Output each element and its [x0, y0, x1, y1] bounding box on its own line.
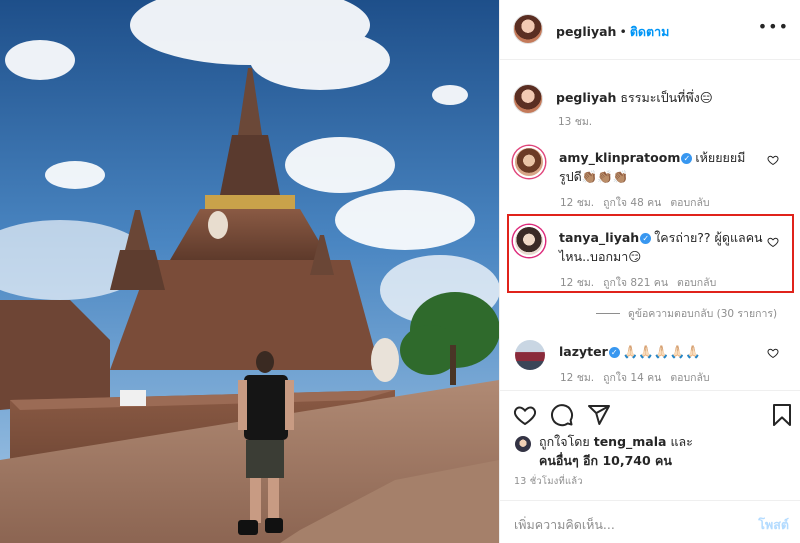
- caption-avatar[interactable]: [513, 84, 543, 114]
- temple-photo-illustration: [0, 0, 499, 543]
- liker-username[interactable]: teng_mala: [594, 434, 667, 449]
- view-replies-link[interactable]: ดูข้อความตอบกลับ (30 รายการ): [596, 305, 777, 322]
- verified-badge-icon: ✓: [681, 153, 693, 164]
- add-comment-bar: เพิ่มความคิดเห็น... โพสต์: [500, 500, 800, 543]
- comment-item: amy_klinpratoom ✓ เห้ยยยยมีรูปดี👏🏽👏🏽👏🏽 12 …: [500, 145, 800, 210]
- comment-time: 12 ชม.: [560, 372, 595, 384]
- caption-username[interactable]: pegliyah: [556, 90, 616, 105]
- post-side-panel: pegliyah • ติดตาม ••• pegliyah ธรรมะเป็นที…: [499, 0, 800, 543]
- verified-badge-icon: ✓: [608, 347, 620, 358]
- heart-icon[interactable]: [513, 403, 537, 427]
- paper-plane-icon[interactable]: [587, 403, 611, 427]
- comment-time: 12 ชม.: [560, 197, 595, 209]
- comment-likes[interactable]: ถูกใจ 48 คน: [603, 197, 661, 209]
- comment-username[interactable]: lazyter: [559, 344, 608, 359]
- heart-outline-icon[interactable]: [767, 154, 779, 166]
- liker-avatar[interactable]: [515, 436, 531, 452]
- comment-text: 🙏🏻🙏🏻🙏🏻🙏🏻🙏🏻: [622, 344, 701, 359]
- author-username[interactable]: pegliyah: [556, 24, 616, 39]
- comment-icon[interactable]: [550, 403, 574, 427]
- post-photo[interactable]: [0, 0, 499, 543]
- likes-prefix: ถูกใจโดย: [539, 434, 590, 449]
- likes-others[interactable]: คนอื่นๆ อีก 10,740 คน: [539, 453, 672, 468]
- post-comment-button[interactable]: โพสต์: [758, 515, 789, 535]
- caption: pegliyah ธรรมะเป็นที่พึ่ง😑 13 ชม.: [500, 84, 800, 134]
- post-header: pegliyah • ติดตาม •••: [500, 0, 800, 60]
- comment-likes[interactable]: ถูกใจ 14 คน: [603, 372, 661, 384]
- comment-avatar[interactable]: [513, 146, 545, 178]
- heart-outline-icon[interactable]: [767, 347, 779, 359]
- post-time-ago: 13 ชั่วโมงที่แล้ว: [514, 476, 583, 487]
- likes-summary: ถูกใจโดย teng_mala และ คนอื่นๆ อีก 10,74…: [539, 432, 693, 470]
- view-replies-label: ดูข้อความตอบกลับ (30 รายการ): [628, 308, 778, 320]
- comment-avatar[interactable]: [515, 340, 545, 370]
- comment-username[interactable]: amy_klinpratoom: [559, 150, 680, 165]
- caption-text: ธรรมะเป็นที่พึ่ง😑: [620, 90, 713, 105]
- replies-divider: [596, 313, 620, 314]
- reply-button[interactable]: ตอบกลับ: [670, 372, 709, 384]
- likes-and: และ: [670, 434, 693, 449]
- comment-item: lazyter ✓ 🙏🏻🙏🏻🙏🏻🙏🏻🙏🏻 12 ชม. ถูกใจ 14 คน ตอบก…: [500, 340, 800, 385]
- header-separator: •: [619, 24, 627, 39]
- reply-button[interactable]: ตอบกลับ: [670, 197, 709, 209]
- caption-time: 13 ชม.: [558, 116, 593, 128]
- post-actions-bar: [500, 390, 800, 428]
- highlight-box: [507, 214, 794, 293]
- more-horizontal-icon[interactable]: •••: [758, 19, 789, 35]
- add-comment-input[interactable]: เพิ่มความคิดเห็น...: [514, 515, 615, 535]
- bookmark-icon[interactable]: [770, 403, 794, 427]
- follow-button[interactable]: ติดตาม: [630, 24, 670, 39]
- author-avatar[interactable]: [513, 14, 543, 44]
